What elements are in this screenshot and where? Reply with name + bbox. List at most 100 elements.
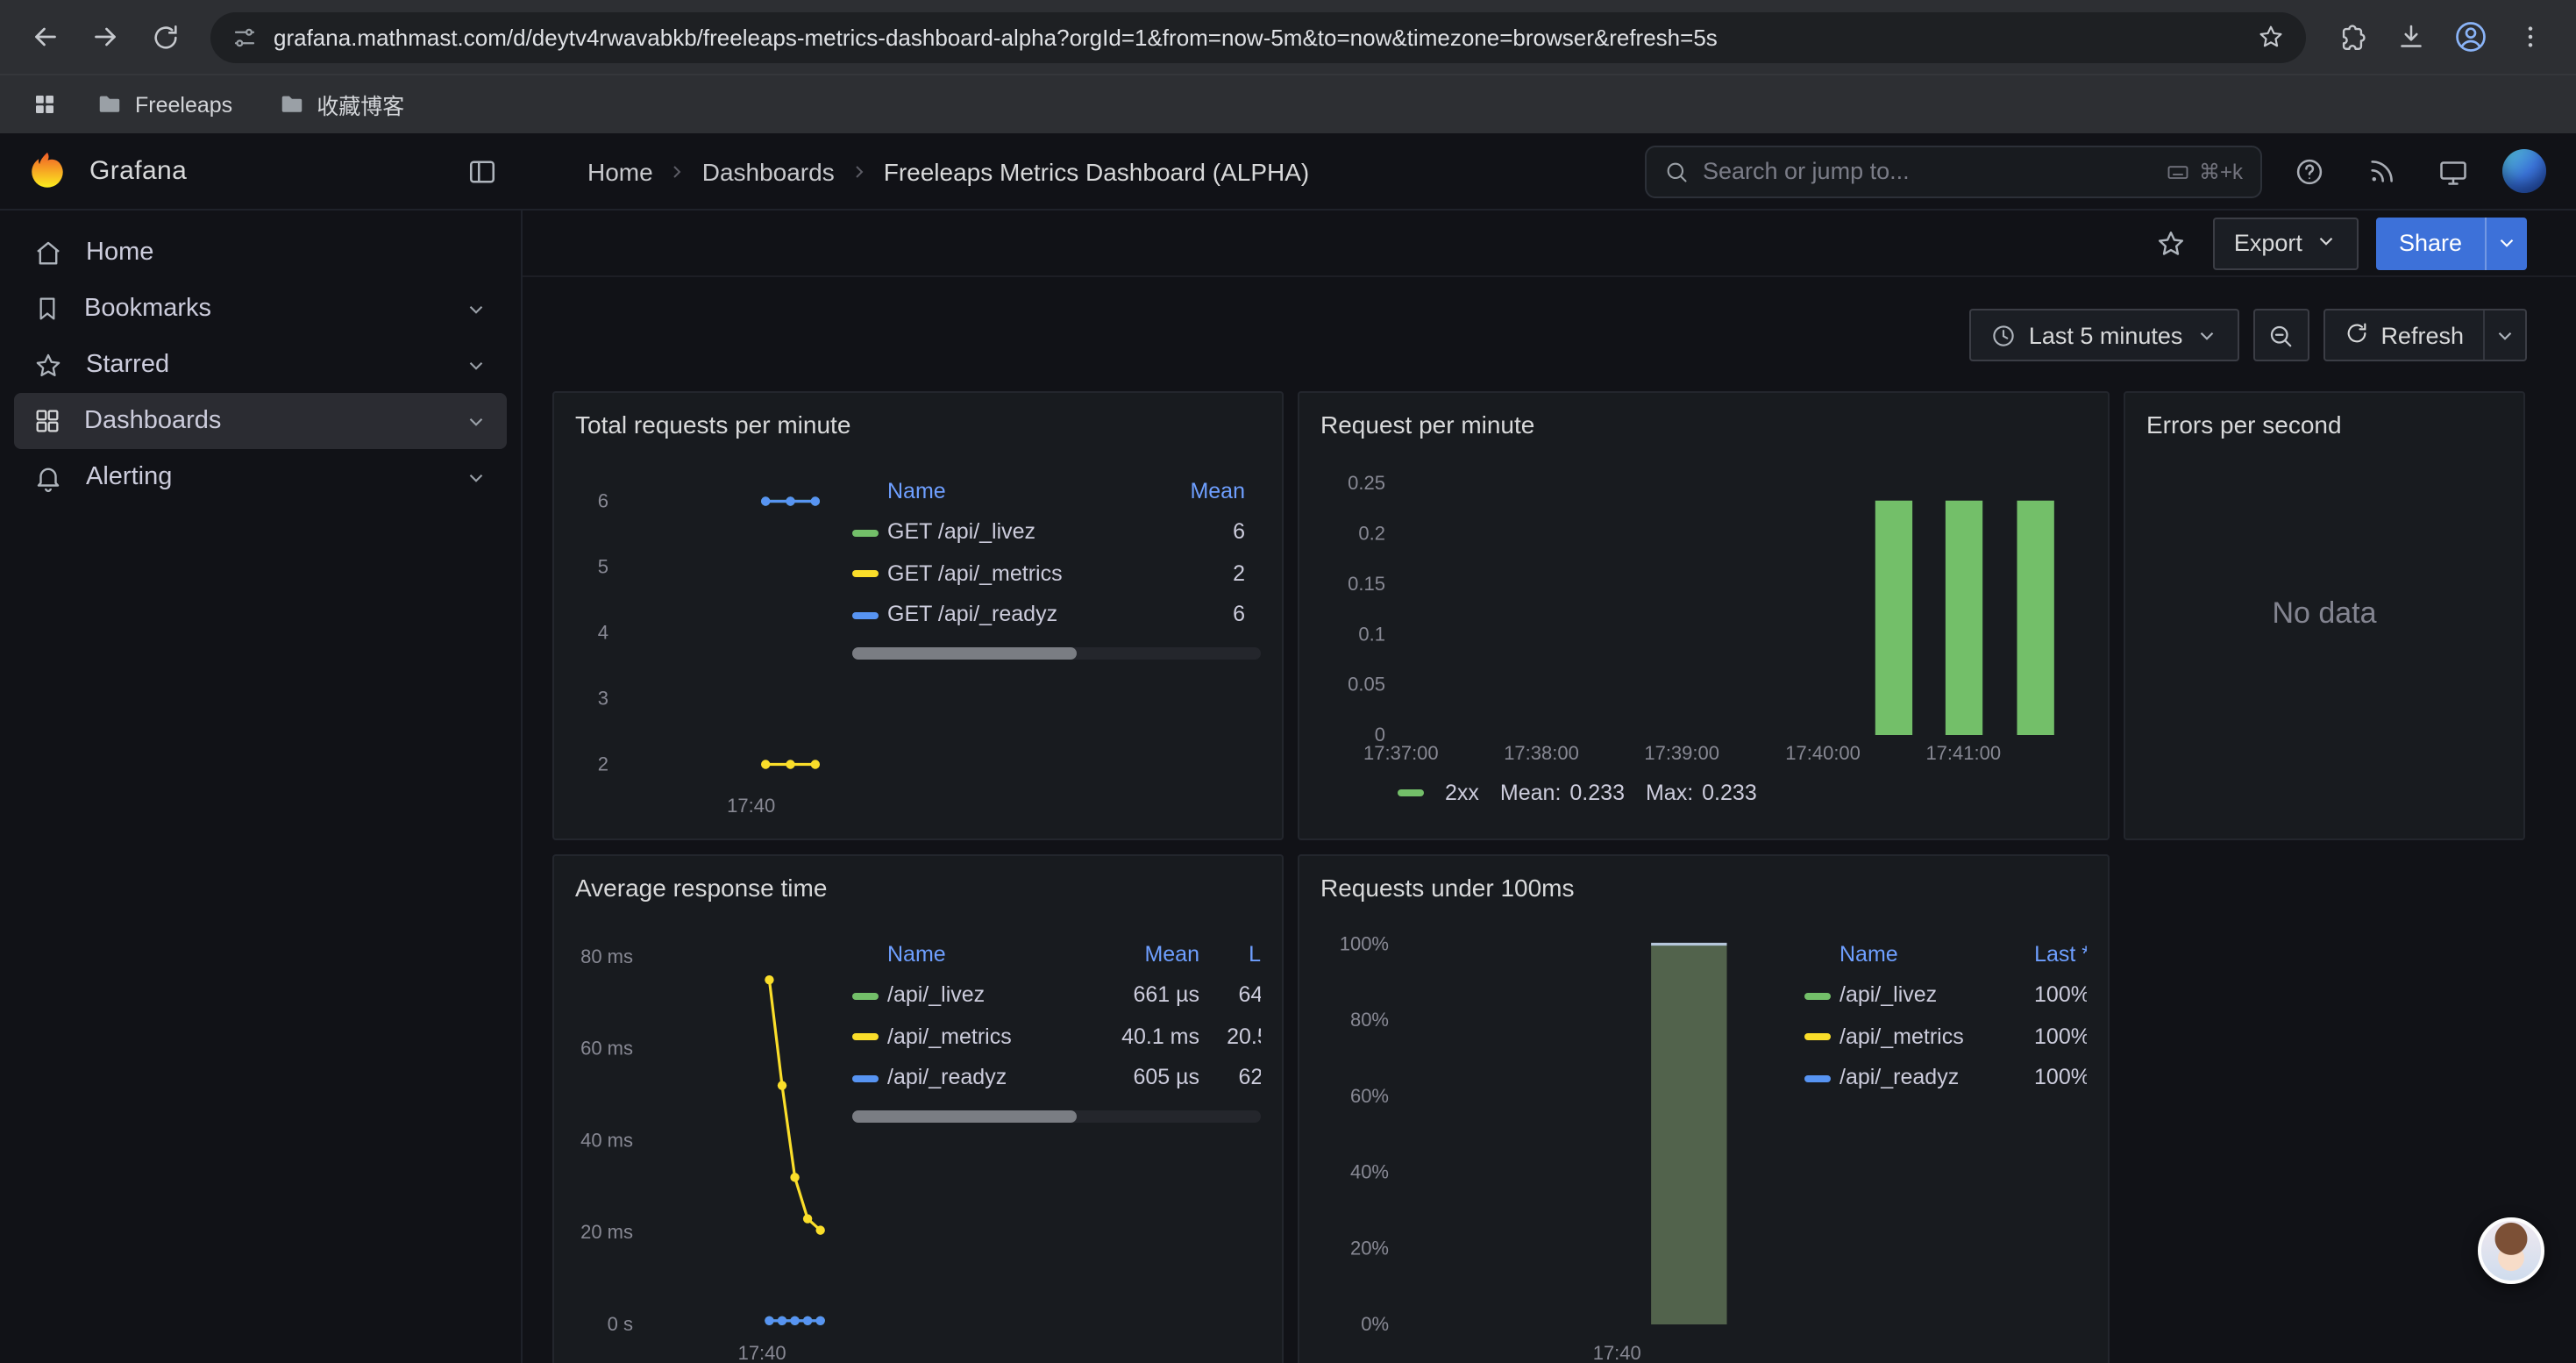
breadcrumb-home[interactable]: Home — [587, 157, 653, 185]
sidebar-item-alerting[interactable]: Alerting — [14, 449, 507, 505]
bookmark-folder-blogs[interactable]: 收藏博客 — [262, 82, 420, 126]
share-label[interactable]: Share — [2376, 217, 2485, 269]
legend-horizontal-scrollbar[interactable] — [852, 646, 1261, 659]
svg-text:0.25: 0.25 — [1348, 472, 1385, 494]
svg-text:80 ms: 80 ms — [580, 946, 633, 967]
legend-series-name[interactable]: GET /api/_readyz — [887, 595, 1143, 636]
svg-text:100%: 100% — [1340, 933, 1389, 955]
legend-series-name[interactable]: /api/_readyz — [887, 1058, 1084, 1099]
favorite-star-button[interactable] — [2146, 218, 2195, 268]
legend-header-name[interactable]: Name — [887, 935, 1084, 975]
requests-per-minute-chart[interactable]: 0.250.20.150.10.05017:37:0017:38:0017:39… — [1320, 451, 2090, 770]
extensions-icon[interactable] — [2323, 9, 2380, 65]
panel-total-requests-per-minute: Total requests per minute 6543217:40 Nam… — [552, 391, 1284, 840]
export-button[interactable]: Export — [2213, 217, 2359, 269]
legend-series-name[interactable]: /api/_livez — [887, 975, 1084, 1017]
time-range-picker[interactable]: Last 5 minutes — [1969, 309, 2239, 361]
sidebar-item-label: Dashboards — [84, 407, 221, 435]
legend-header-last[interactable]: Last * — [2006, 935, 2087, 975]
legend-header-name[interactable]: Name — [1839, 935, 2006, 975]
sidebar-toggle-icon[interactable] — [466, 155, 498, 187]
svg-text:0 s: 0 s — [608, 1313, 633, 1335]
floating-avatar-widget[interactable] — [2478, 1217, 2544, 1284]
panel-title[interactable]: Total requests per minute — [575, 402, 1261, 447]
legend-series-name[interactable]: /api/_metrics — [1839, 1017, 2006, 1058]
share-button[interactable]: Share — [2376, 217, 2527, 269]
monitor-icon[interactable] — [2430, 148, 2476, 194]
chevron-down-icon[interactable] — [465, 466, 487, 489]
bell-icon — [33, 462, 63, 492]
svg-text:17:41:00: 17:41:00 — [1925, 742, 2001, 764]
browser-toolbar: grafana.mathmast.com/d/deytv4rwavabkb/fr… — [0, 0, 2576, 74]
time-controls: Last 5 minutes Refresh — [1969, 309, 2527, 361]
legend-series-name[interactable]: /api/_metrics — [887, 1017, 1084, 1058]
legend-horizontal-scrollbar[interactable] — [852, 1110, 1261, 1122]
legend-series-name[interactable]: /api/_livez — [1839, 975, 2006, 1017]
chevron-down-icon[interactable] — [465, 297, 487, 320]
search-input[interactable]: Search or jump to... ⌘+k — [1645, 145, 2262, 197]
legend-series-name[interactable]: GET /api/_livez — [887, 512, 1143, 553]
bookmark-star-icon[interactable] — [2257, 23, 2285, 51]
legend-table: Name Mean GET /api/_livez 6 GET /api/_me… — [852, 472, 1261, 823]
downloads-icon[interactable] — [2383, 9, 2439, 65]
panel-grid: Total requests per minute 6543217:40 Nam… — [552, 391, 2525, 1363]
scrollbar-thumb[interactable] — [852, 1110, 1077, 1122]
avg-response-time-chart[interactable]: 80 ms60 ms40 ms20 ms0 s17:40 — [575, 914, 838, 1363]
news-rss-icon[interactable] — [2359, 148, 2404, 194]
browser-back-button[interactable] — [18, 9, 74, 65]
refresh-interval-caret[interactable] — [2483, 310, 2525, 360]
scrollbar-thumb[interactable] — [852, 646, 1077, 659]
sidebar-item-starred[interactable]: Starred — [14, 337, 507, 393]
export-label: Export — [2234, 230, 2302, 256]
profile-icon[interactable] — [2443, 9, 2499, 65]
browser-menu-icon[interactable] — [2502, 9, 2558, 65]
legend-header-mean[interactable]: Mean — [1143, 472, 1245, 512]
home-icon — [33, 238, 63, 268]
panel-title[interactable]: Requests under 100ms — [1320, 865, 2087, 910]
total-requests-chart[interactable]: 6543217:40 — [575, 451, 838, 823]
grafana-app: Grafana Home Dashboards Freeleaps Metric… — [0, 133, 2576, 1363]
requests-under-100ms-chart[interactable]: 100%80%60%40%20%0%17:40 — [1320, 914, 1790, 1363]
zoom-out-button[interactable] — [2252, 309, 2309, 361]
sidebar-nav: Home Bookmarks Starred — [0, 211, 523, 1363]
refresh-button[interactable]: Refresh — [2323, 309, 2527, 361]
search-shortcut: ⌘+k — [2166, 159, 2243, 183]
svg-text:20 ms: 20 ms — [580, 1221, 633, 1243]
help-icon[interactable] — [2287, 148, 2332, 194]
bookmarks-bar: Freeleaps 收藏博客 — [0, 74, 2576, 133]
svg-text:60%: 60% — [1350, 1085, 1389, 1107]
legend-series-name[interactable]: /api/_readyz — [1839, 1058, 2006, 1099]
browser-window: grafana.mathmast.com/d/deytv4rwavabkb/fr… — [0, 0, 2576, 1363]
breadcrumb-dashboards[interactable]: Dashboards — [702, 157, 835, 185]
address-bar[interactable]: grafana.mathmast.com/d/deytv4rwavabkb/fr… — [210, 11, 2306, 62]
legend-series-name[interactable]: GET /api/_metrics — [887, 553, 1143, 595]
panel-title[interactable]: Errors per second — [2146, 402, 2502, 447]
legend-header-last[interactable]: Last * — [1199, 935, 1261, 975]
browser-reload-button[interactable] — [137, 9, 193, 65]
legend-series-name[interactable]: 2xx — [1445, 781, 1479, 805]
sidebar-item-bookmarks[interactable]: Bookmarks — [14, 281, 507, 337]
legend-header-name[interactable]: Name — [887, 472, 1143, 512]
legend-mean-value: 2 — [1143, 553, 1245, 595]
share-menu-caret[interactable] — [2485, 217, 2527, 269]
series-swatch — [1804, 993, 1831, 1000]
browser-forward-button[interactable] — [77, 9, 133, 65]
panel-title[interactable]: Request per minute — [1320, 402, 2087, 447]
chevron-down-icon[interactable] — [465, 353, 487, 376]
sidebar-item-home[interactable]: Home — [14, 225, 507, 281]
site-info-icon[interactable] — [231, 24, 258, 50]
bookmark-folder-freeleaps[interactable]: Freeleaps — [81, 86, 248, 123]
svg-text:5: 5 — [598, 556, 608, 578]
svg-text:0.05: 0.05 — [1348, 674, 1385, 696]
url-text[interactable]: grafana.mathmast.com/d/deytv4rwavabkb/fr… — [274, 24, 2241, 50]
svg-text:0%: 0% — [1361, 1313, 1389, 1335]
svg-text:4: 4 — [598, 622, 608, 644]
sidebar-item-dashboards[interactable]: Dashboards — [14, 393, 507, 449]
chevron-down-icon[interactable] — [465, 410, 487, 432]
svg-text:80%: 80% — [1350, 1009, 1389, 1031]
apps-grid-icon[interactable] — [21, 82, 67, 127]
legend-last-value: 646 µs — [1199, 975, 1261, 1017]
legend-header-mean[interactable]: Mean — [1084, 935, 1199, 975]
panel-title[interactable]: Average response time — [575, 865, 1261, 910]
user-avatar[interactable] — [2502, 149, 2546, 193]
